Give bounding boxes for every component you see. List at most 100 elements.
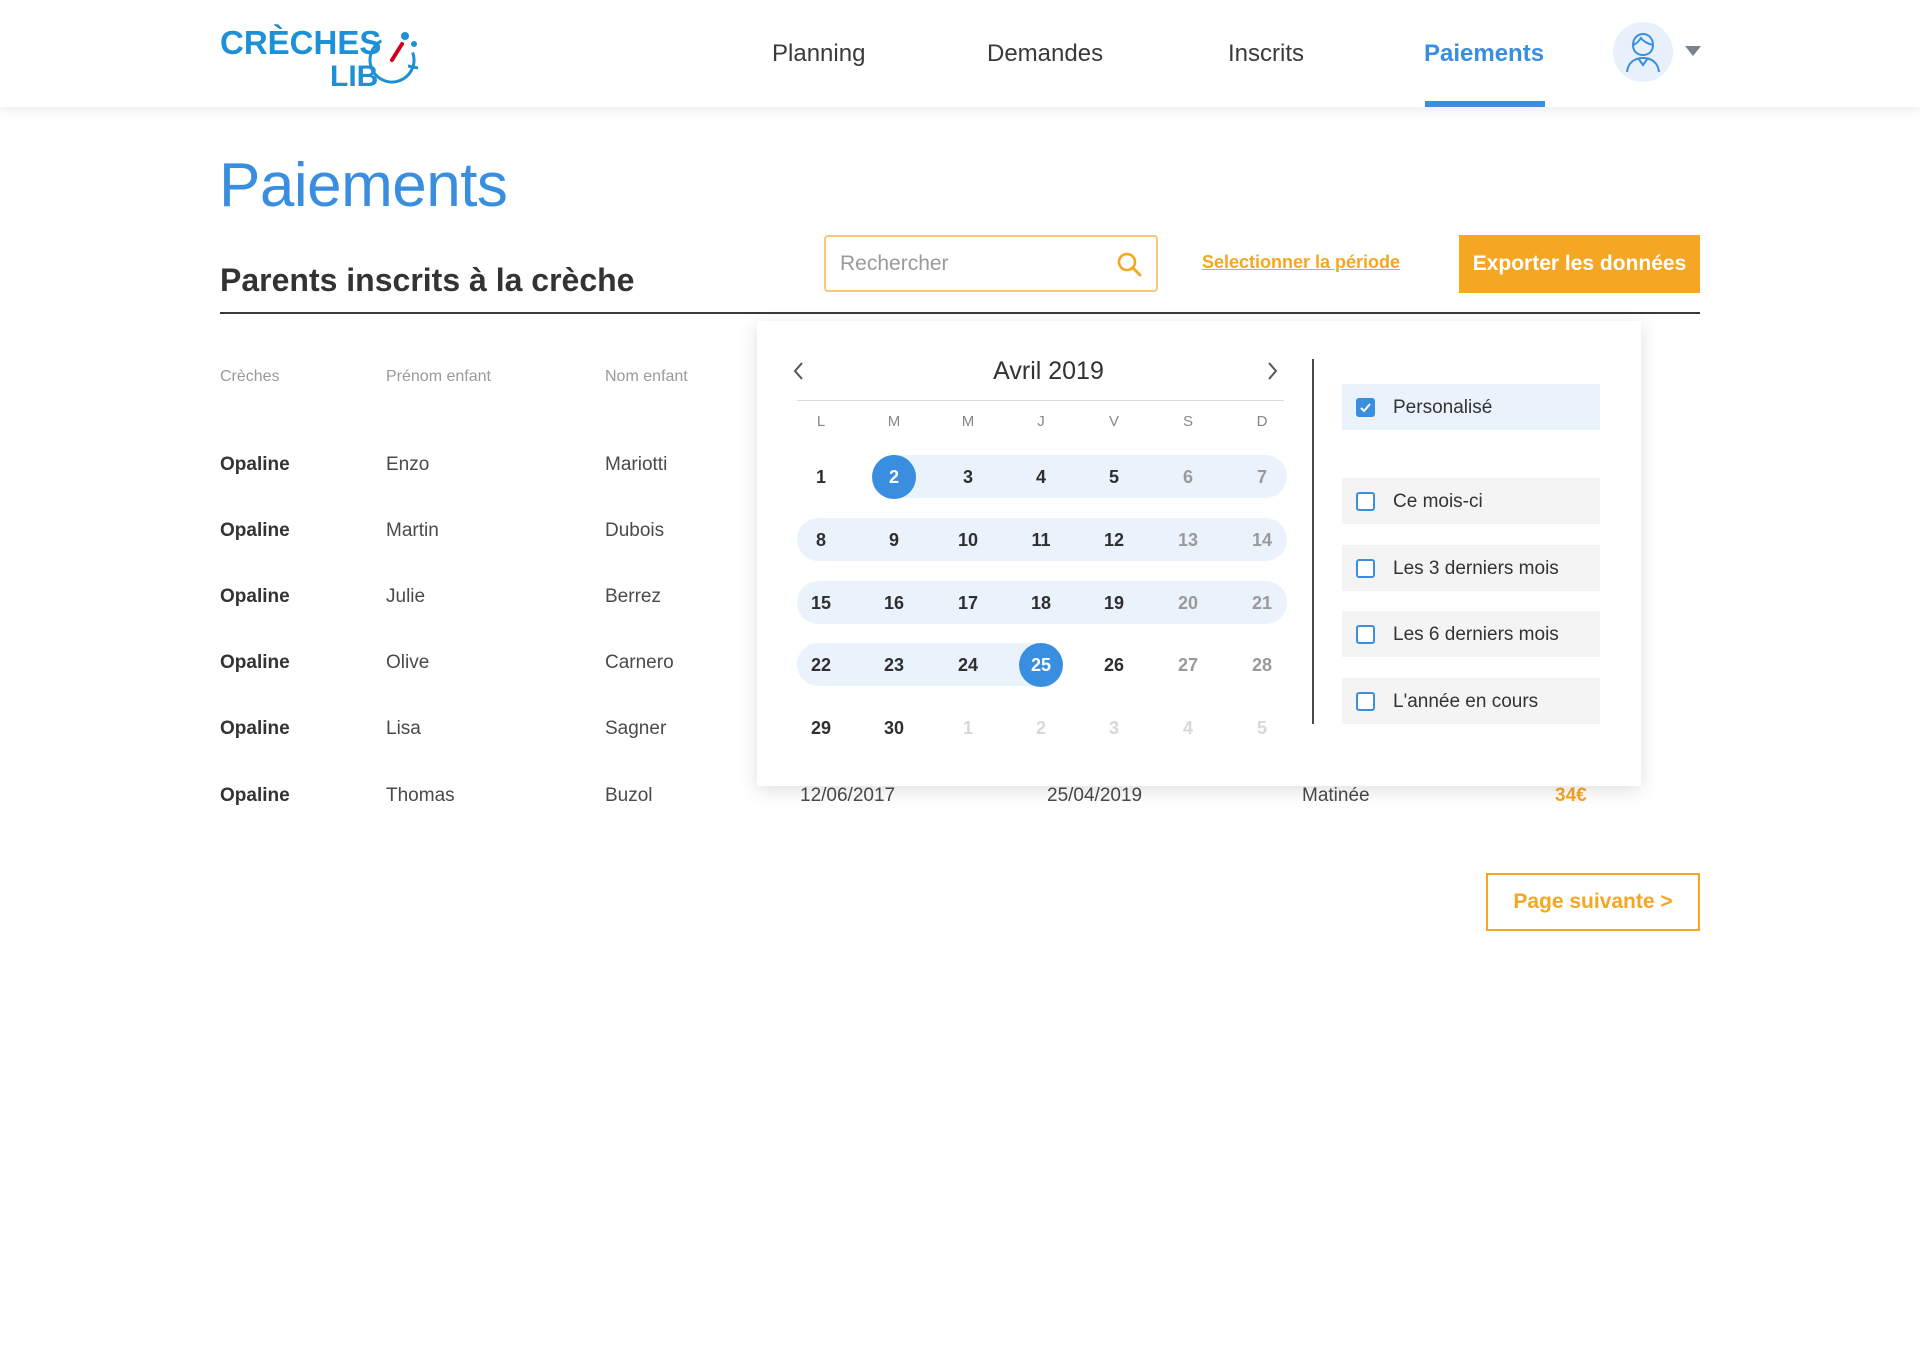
cell-creneau: Matinée: [1302, 785, 1370, 806]
calendar-day[interactable]: 4: [1019, 455, 1063, 499]
period-option-current-year[interactable]: L'année en cours: [1342, 678, 1600, 724]
cell-prenom: Martin: [386, 520, 439, 541]
cell-nom: Sagner: [605, 718, 667, 739]
cell-amount: 34€: [1555, 785, 1587, 806]
search-icon[interactable]: [1116, 251, 1142, 277]
checkbox[interactable]: [1356, 398, 1375, 417]
page-title: Paiements: [219, 151, 508, 220]
nav-planning[interactable]: Planning: [772, 40, 865, 68]
calendar-day[interactable]: 7: [1240, 455, 1284, 499]
weekday-label: S: [1182, 413, 1193, 430]
cell-creche: Opaline: [220, 785, 290, 806]
column-header-creches: Crèches: [220, 368, 280, 385]
cell-prenom: Thomas: [386, 785, 455, 806]
checkbox[interactable]: [1356, 625, 1375, 644]
cell-prenom: Lisa: [386, 718, 421, 739]
cell-nom: Mariotti: [605, 454, 668, 475]
cell-nom: Buzol: [605, 785, 653, 806]
calendar-divider: [797, 400, 1284, 401]
calendar-day[interactable]: 15: [799, 581, 843, 625]
stopwatch-icon: [368, 32, 419, 84]
calendar-day[interactable]: 13: [1166, 518, 1210, 562]
calendar-day[interactable]: 5: [1092, 455, 1136, 499]
calendar-day[interactable]: 19: [1092, 581, 1136, 625]
calendar-day[interactable]: 4: [1166, 706, 1210, 750]
chevron-right-icon[interactable]: [1260, 359, 1284, 383]
cell-creche: Opaline: [220, 454, 290, 475]
calendar-day[interactable]: 22: [799, 643, 843, 687]
calendar-day[interactable]: 17: [946, 581, 990, 625]
cell-nom: Dubois: [605, 520, 665, 541]
calendar-day[interactable]: 12: [1092, 518, 1136, 562]
period-option-this-month[interactable]: Ce mois-ci: [1342, 478, 1600, 524]
search-box: [824, 235, 1158, 292]
calendar-month-label: Avril 2019: [993, 357, 1104, 385]
user-avatar-icon: [1626, 32, 1660, 73]
checkbox[interactable]: [1356, 692, 1375, 711]
check-icon: [1360, 403, 1371, 413]
calendar-month-title: Avril 2019: [757, 357, 1340, 386]
export-data-button[interactable]: Exporter les données: [1459, 235, 1700, 293]
nav-inscrits[interactable]: Inscrits: [1228, 40, 1304, 68]
nav-active-indicator: [1425, 101, 1545, 107]
calendar-day[interactable]: 2: [872, 455, 916, 499]
section-title: Parents inscrits à la crèche: [220, 262, 635, 298]
calendar-day[interactable]: 11: [1019, 518, 1063, 562]
nav-demandes[interactable]: Demandes: [987, 40, 1103, 68]
calendar-day[interactable]: 1: [799, 455, 843, 499]
nav-paiements[interactable]: Paiements: [1424, 40, 1544, 68]
option-label: Les 6 derniers mois: [1393, 624, 1559, 645]
calendar-day[interactable]: 3: [946, 455, 990, 499]
date-range-picker: Avril 2019 L M M J V S D 1 2 3 4 5 6 7 8 9 10 11 12…: [757, 321, 1641, 786]
option-label: L'année en cours: [1393, 691, 1539, 712]
calendar-day[interactable]: 3: [1092, 706, 1136, 750]
period-option-last-3-months[interactable]: Les 3 derniers mois: [1342, 545, 1600, 591]
checkbox[interactable]: [1356, 559, 1375, 578]
calendar-day[interactable]: 5: [1240, 706, 1284, 750]
calendar-day[interactable]: 25: [1019, 643, 1063, 687]
section-divider: [220, 312, 1700, 314]
option-label: Les 3 derniers mois: [1393, 558, 1559, 579]
range-highlight: [873, 455, 1287, 498]
cell-prenom: Olive: [386, 652, 430, 673]
option-label: Personalisé: [1393, 397, 1493, 418]
checkbox[interactable]: [1356, 492, 1375, 511]
calendar-day[interactable]: 9: [872, 518, 916, 562]
calendar-day[interactable]: 23: [872, 643, 916, 687]
calendar-day[interactable]: 16: [872, 581, 916, 625]
calendar-day[interactable]: 10: [946, 518, 990, 562]
calendar-day[interactable]: 8: [799, 518, 843, 562]
search-input[interactable]: [840, 249, 1110, 279]
column-header-prenom: Prénom enfant: [386, 368, 491, 385]
user-avatar[interactable]: [1613, 22, 1673, 82]
calendar-day[interactable]: 21: [1240, 581, 1284, 625]
account-dropdown-icon[interactable]: [1685, 46, 1701, 56]
cell-nom: Carnero: [605, 652, 674, 673]
calendar-day[interactable]: 26: [1092, 643, 1136, 687]
calendar-day[interactable]: 18: [1019, 581, 1063, 625]
next-page-button[interactable]: Page suivante >: [1486, 873, 1700, 931]
calendar-day[interactable]: 14: [1240, 518, 1284, 562]
calendar-day[interactable]: 6: [1166, 455, 1210, 499]
column-header-nom: Nom enfant: [605, 368, 688, 385]
period-option-last-6-months[interactable]: Les 6 derniers mois: [1342, 611, 1600, 657]
calendar-day[interactable]: 29: [799, 706, 843, 750]
calendar-day[interactable]: 1: [946, 706, 990, 750]
cell-creche: Opaline: [220, 586, 290, 607]
weekday-label: M: [887, 413, 901, 430]
weekday-label: D: [1256, 413, 1268, 430]
option-label: Ce mois-ci: [1393, 491, 1483, 512]
calendar-day[interactable]: 27: [1166, 643, 1210, 687]
calendar-day[interactable]: 2: [1019, 706, 1063, 750]
period-option-custom[interactable]: Personalisé: [1342, 384, 1600, 430]
calendar-day[interactable]: 30: [872, 706, 916, 750]
cell-prenom: Julie: [386, 586, 426, 607]
calendar-day[interactable]: 20: [1166, 581, 1210, 625]
select-period-link[interactable]: Selectionner la période: [1202, 252, 1400, 273]
brand-logo[interactable]: CRÈCHES LIB: [220, 22, 420, 92]
picker-divider: [1312, 359, 1314, 724]
cell-prenom: Enzo: [386, 454, 430, 475]
calendar-day[interactable]: 24: [946, 643, 990, 687]
calendar-day[interactable]: 28: [1240, 643, 1284, 687]
weekday-label: M: [961, 413, 975, 430]
